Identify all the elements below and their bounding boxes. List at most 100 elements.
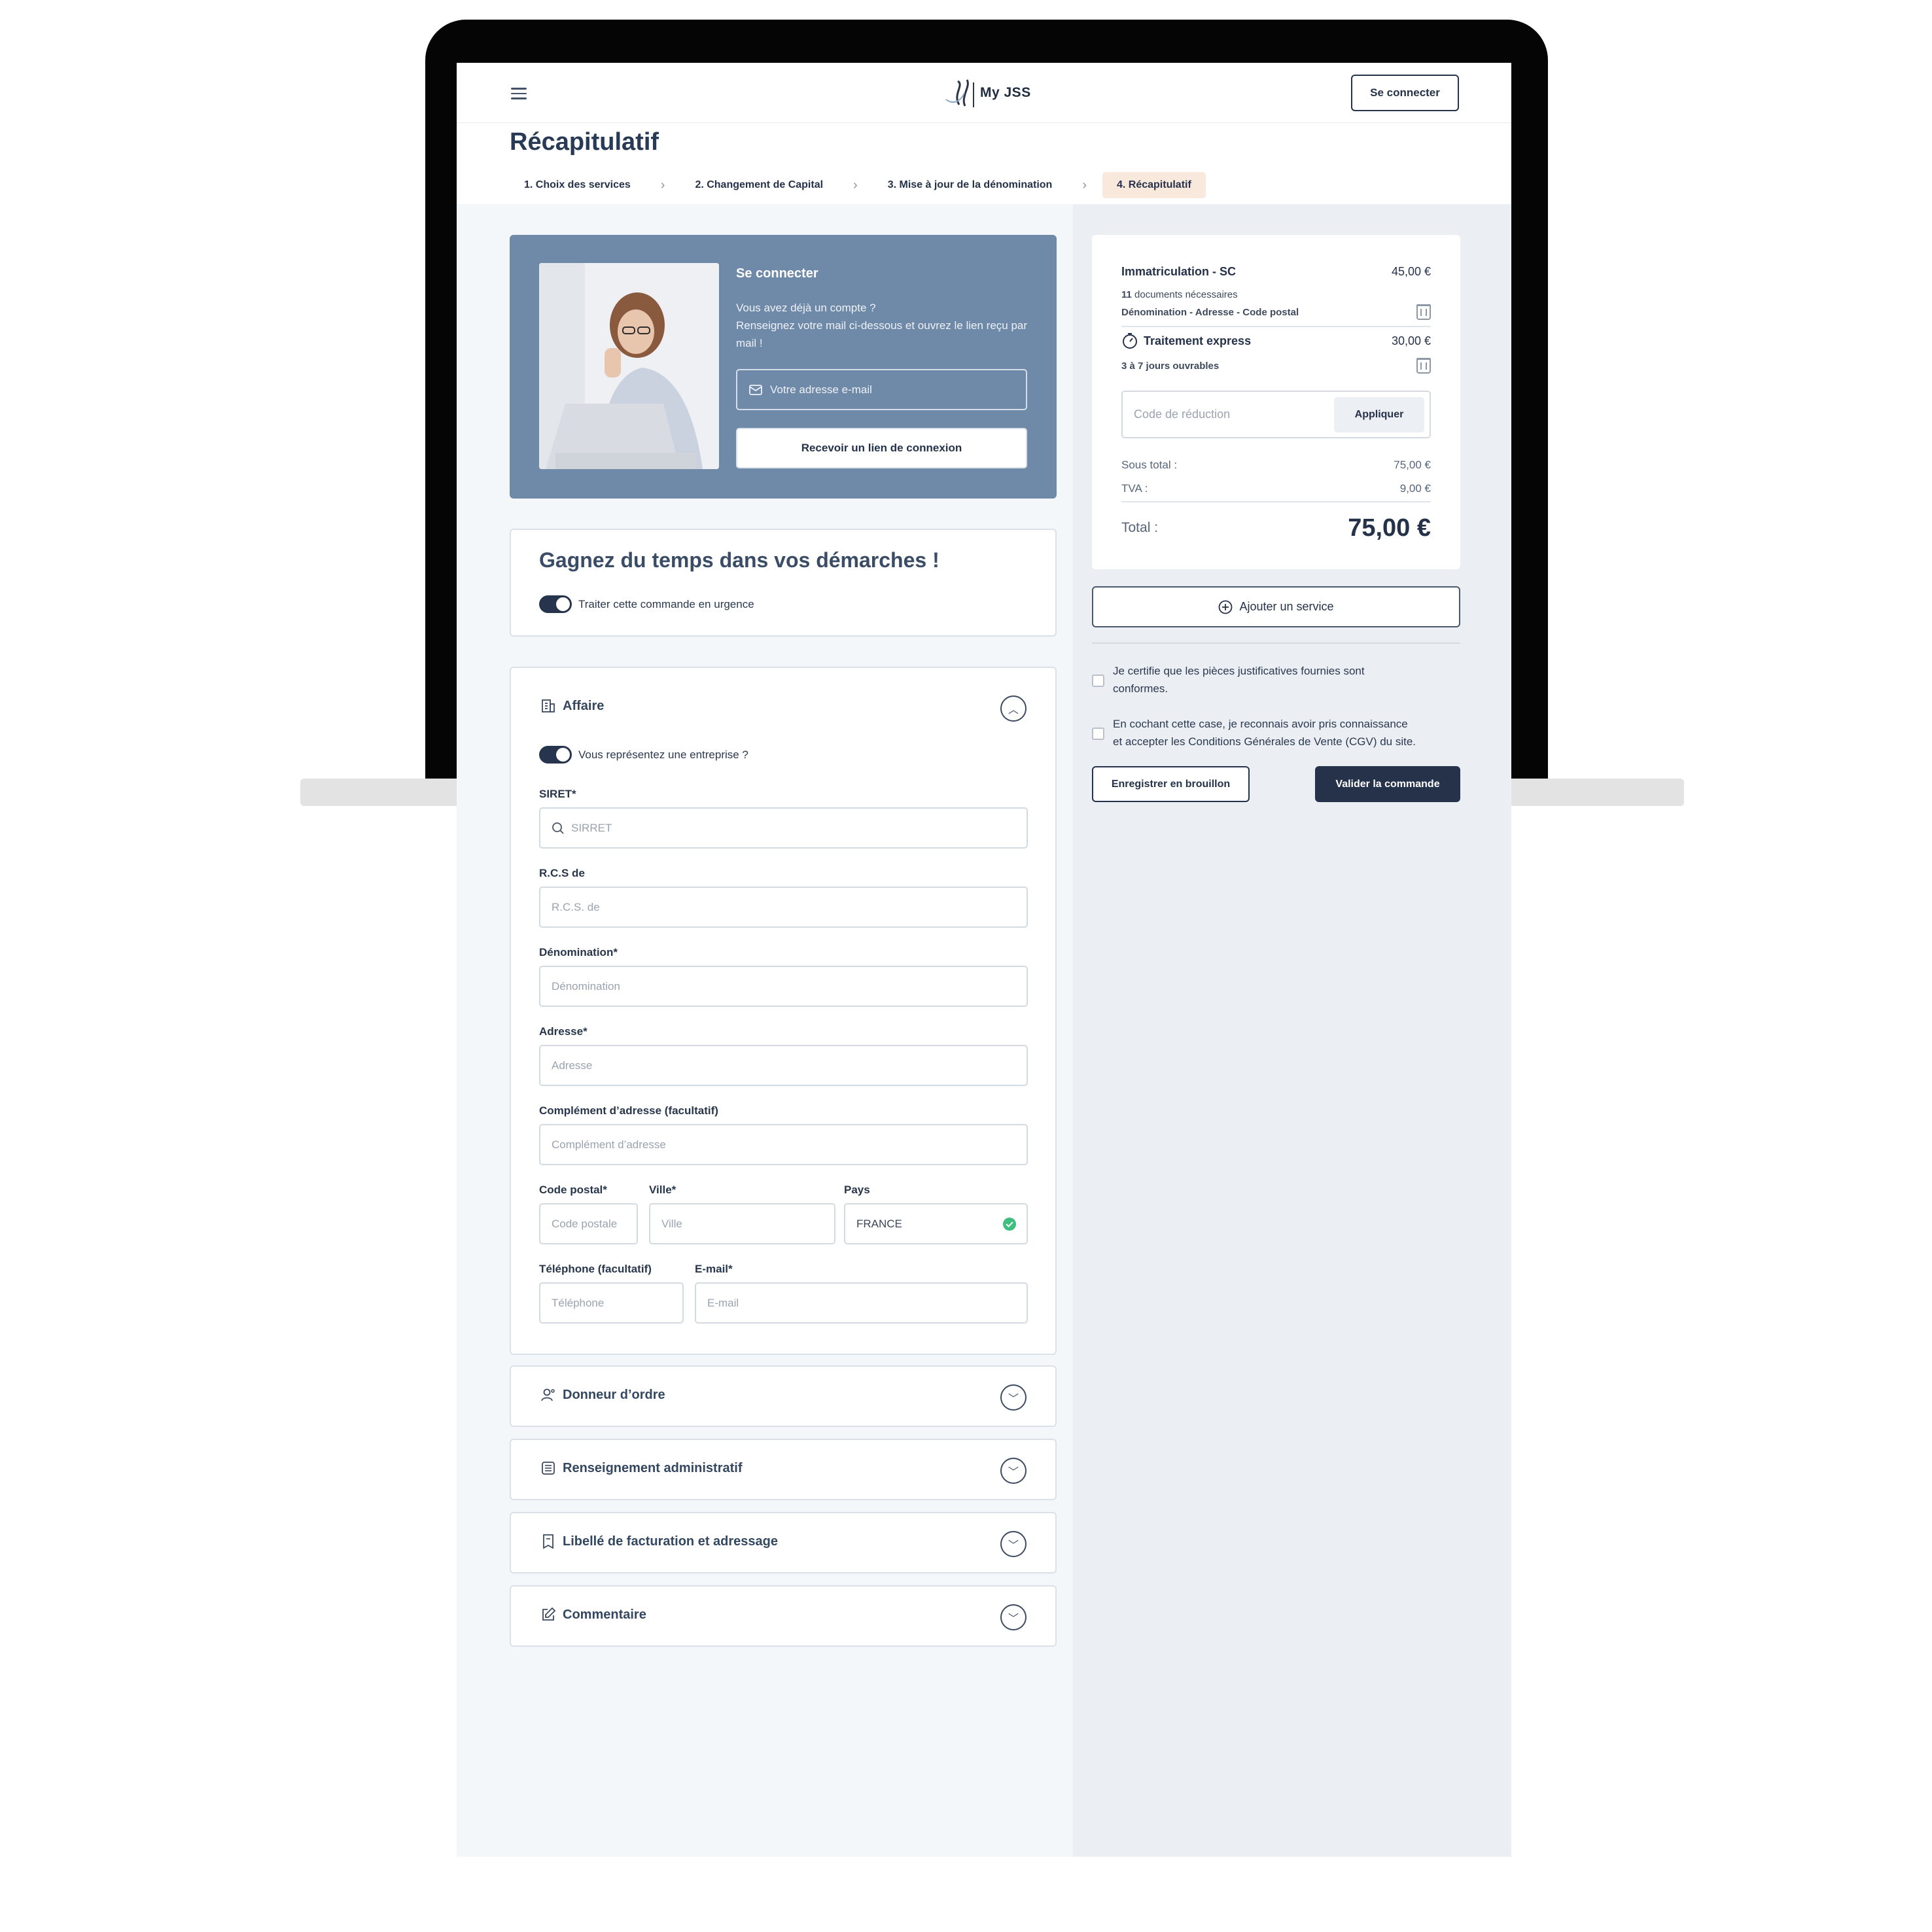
- city-input[interactable]: Ville: [649, 1203, 835, 1244]
- expand-button[interactable]: ﹀: [1000, 1384, 1027, 1411]
- apply-discount-button[interactable]: Appliquer: [1334, 397, 1424, 432]
- company-toggle[interactable]: [539, 746, 572, 764]
- cgv-text-line1: En cochant cette case, je reconnais avoi…: [1113, 718, 1408, 730]
- discount-code-input[interactable]: Code de réduction Appliquer: [1121, 391, 1431, 438]
- company-toggle-label: Vous représentez une entreprise ?: [578, 748, 748, 761]
- divider: [1092, 642, 1460, 644]
- accordion-renseignement-administratif[interactable]: Renseignement administratif ﹀: [510, 1439, 1057, 1500]
- city-label: Ville*: [649, 1184, 676, 1196]
- accordion-donneur-ordre[interactable]: Donneur d’ordre ﹀: [510, 1365, 1057, 1427]
- chevron-right-icon: ›: [660, 177, 665, 192]
- rcs-input[interactable]: R.C.S. de: [539, 887, 1028, 928]
- step-1[interactable]: 1. Choix des services: [510, 172, 645, 198]
- subtotal-value: 75,00 €: [1394, 459, 1431, 471]
- save-draft-button[interactable]: Enregistrer en brouillon: [1092, 766, 1250, 802]
- urgency-title: Gagnez du temps dans vos démarches !: [539, 548, 940, 572]
- postal-code-label: Code postal*: [539, 1184, 607, 1196]
- urgency-toggle-label: Traiter cette commande en urgence: [578, 597, 754, 610]
- item2-price: 30,00 €: [1391, 334, 1431, 347]
- accordion-title: Libellé de facturation et adressage: [563, 1534, 778, 1549]
- trash-icon[interactable]: [1416, 358, 1431, 374]
- email-label: E-mail*: [695, 1263, 733, 1275]
- email-input[interactable]: E-mail: [695, 1282, 1028, 1324]
- step-2[interactable]: 2. Changement de Capital: [680, 172, 837, 198]
- certify-checkbox[interactable]: [1092, 675, 1104, 687]
- plus-circle-icon: [1219, 600, 1233, 614]
- step-4-active[interactable]: 4. Récapitulatif: [1102, 172, 1206, 198]
- address-label: Adresse*: [539, 1025, 588, 1038]
- login-card-desc-line1: Vous avez déjà un compte ?: [736, 302, 876, 314]
- chevron-up-icon: ︿: [1008, 705, 1019, 716]
- search-icon: [552, 822, 564, 834]
- app-logo[interactable]: My JSS: [945, 76, 1031, 110]
- login-email-placeholder: Votre adresse e-mail: [770, 383, 872, 396]
- phone-label: Téléphone (facultatif): [539, 1263, 652, 1275]
- discount-placeholder: Code de réduction: [1134, 408, 1231, 421]
- expand-button[interactable]: ﹀: [1000, 1458, 1027, 1484]
- expand-button[interactable]: ﹀: [1000, 1531, 1027, 1557]
- country-select[interactable]: FRANCE: [844, 1203, 1028, 1244]
- trash-icon[interactable]: [1416, 304, 1431, 320]
- item1-price: 45,00 €: [1391, 265, 1431, 278]
- receipt-icon: [543, 1534, 553, 1549]
- complement-label: Complément d’adresse (facultatif): [539, 1104, 718, 1117]
- certify-text: Je certifie que les pièces justificative…: [1113, 662, 1365, 697]
- validate-order-button[interactable]: Valider la commande: [1315, 766, 1460, 802]
- edit-icon: [542, 1607, 556, 1621]
- login-card-title: Se connecter: [736, 266, 818, 281]
- certify-text-line1: Je certifie que les pièces justificative…: [1113, 665, 1365, 677]
- page-title: Récapitulatif: [510, 128, 659, 156]
- stopwatch-icon: [1123, 333, 1137, 349]
- certify-text-line2: conformes.: [1113, 682, 1168, 695]
- item1-detail: Dénomination - Adresse - Code postal: [1121, 306, 1299, 318]
- tva-label: TVA :: [1121, 482, 1148, 495]
- postal-code-input[interactable]: Code postale: [539, 1203, 638, 1244]
- address-input[interactable]: Adresse: [539, 1045, 1028, 1086]
- rcs-label: R.C.S de: [539, 867, 585, 879]
- item1-docs-count: 11: [1121, 289, 1132, 300]
- app-screen: My JSS Se connecter Récapitulatif 1. Cho…: [457, 63, 1511, 1857]
- header-login-button[interactable]: Se connecter: [1351, 75, 1459, 111]
- chevron-right-icon: ›: [1082, 177, 1087, 192]
- divider: [1121, 501, 1431, 502]
- login-email-input[interactable]: Votre adresse e-mail: [736, 369, 1027, 410]
- denomination-input[interactable]: Dénomination: [539, 966, 1028, 1007]
- tva-value: 9,00 €: [1399, 482, 1431, 495]
- siret-label: SIRET*: [539, 788, 576, 800]
- item1-docs-text: documents nécessaires: [1134, 289, 1238, 300]
- urgency-toggle[interactable]: [539, 595, 572, 613]
- order-summary-card: Immatriculation - SC 45,00 € 11 document…: [1092, 235, 1460, 569]
- denomination-label: Dénomination*: [539, 946, 618, 958]
- total-label: Total :: [1121, 520, 1159, 535]
- accordion-commentaire[interactable]: Commentaire ﹀: [510, 1585, 1057, 1647]
- top-navigation: My JSS Se connecter: [457, 63, 1511, 123]
- receive-login-link-button[interactable]: Recevoir un lien de connexion: [736, 428, 1027, 468]
- app-logo-text: My JSS: [980, 85, 1031, 100]
- affaire-collapse-button[interactable]: ︿: [1000, 695, 1027, 722]
- expand-button[interactable]: ﹀: [1000, 1604, 1027, 1630]
- affaire-header[interactable]: Affaire: [540, 698, 604, 714]
- add-service-button[interactable]: Ajouter un service: [1092, 586, 1460, 627]
- siret-input[interactable]: SIRRET: [539, 807, 1028, 849]
- cgv-checkbox[interactable]: [1092, 728, 1104, 740]
- accordion-libelle-facturation[interactable]: Libellé de facturation et adressage ﹀: [510, 1512, 1057, 1573]
- accordion-title: Renseignement administratif: [563, 1460, 743, 1475]
- step-3[interactable]: 3. Mise à jour de la dénomination: [873, 172, 1067, 198]
- jss-logo-icon: [945, 79, 974, 107]
- item1-name: Immatriculation - SC: [1121, 265, 1237, 278]
- cgv-text: En cochant cette case, je reconnais avoi…: [1113, 715, 1416, 750]
- phone-input[interactable]: Téléphone: [539, 1282, 684, 1324]
- accordion-title: Donneur d’ordre: [563, 1387, 665, 1402]
- cgv-text-line2: et accepter les Conditions Générales de …: [1113, 735, 1416, 748]
- login-card: Se connecter Vous avez déjà un compte ? …: [510, 235, 1057, 499]
- menu-icon[interactable]: [511, 88, 527, 100]
- item2-name: Traitement express: [1144, 334, 1252, 347]
- stepper: 1. Choix des services › 2. Changement de…: [510, 171, 1206, 199]
- urgency-card: Gagnez du temps dans vos démarches ! Tra…: [510, 529, 1057, 637]
- siret-placeholder: SIRRET: [571, 821, 612, 834]
- woman-laptop-photo: [539, 263, 719, 469]
- login-card-desc-line2: Renseignez votre mail ci-dessous et ouvr…: [736, 319, 1028, 349]
- subtotal-label: Sous total :: [1121, 459, 1178, 471]
- complement-input[interactable]: Complément d’adresse: [539, 1124, 1028, 1165]
- user-icon: [541, 1388, 555, 1401]
